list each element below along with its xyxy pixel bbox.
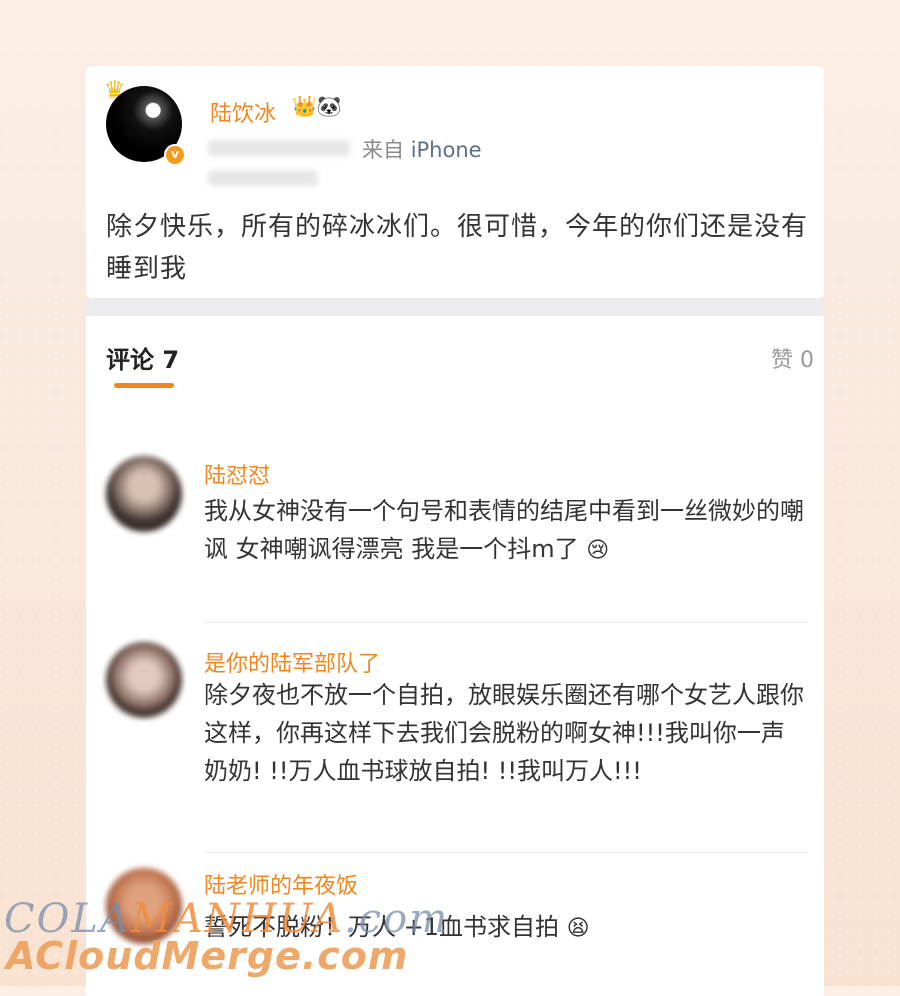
post-text: 除夕快乐，所有的碎冰冰们。很可惜，今年的你们还是没有睡到我 <box>106 212 809 284</box>
watermark-acloudmerge: ACloudMerge.com <box>6 934 409 978</box>
avatar[interactable] <box>106 642 182 718</box>
tab-active-indicator <box>114 383 174 388</box>
source-device-link[interactable]: iPhone <box>411 138 482 162</box>
comment-body: 我从女神没有一个句号和表情的结尾中看到一丝微妙的嘲讽 女神嘲讽得漂亮 我是一个抖… <box>204 497 804 563</box>
poster-username[interactable]: 陆饮冰 <box>210 96 276 128</box>
tab-comments[interactable]: 评论 7 <box>106 340 179 375</box>
commenter-name[interactable]: 是你的陆军部队了 <box>204 646 380 678</box>
post-card: ♛ V 陆饮冰 👑🐼 来自 iPhone 除夕快乐，所有的碎冰冰们。很可惜，今年… <box>86 66 824 298</box>
crying-face-icon: 😢 <box>586 538 610 563</box>
commenter-name[interactable]: 陆怼怼 <box>204 458 270 490</box>
tired-face-icon: 😫 <box>566 916 590 941</box>
avatar[interactable] <box>106 456 182 532</box>
verified-icon: V <box>164 144 186 166</box>
comments-section: 评论 7 赞 0 陆怼怼 我从女神没有一个句号和表情的结尾中看到一丝微妙的嘲讽 … <box>86 316 824 996</box>
comment-divider <box>204 622 808 623</box>
blurred-location <box>208 170 318 186</box>
badge-icons[interactable]: 👑🐼 <box>292 94 342 118</box>
poster-avatar-wrap[interactable]: ♛ V <box>104 76 186 166</box>
section-divider <box>86 298 824 316</box>
blurred-timestamp <box>208 140 350 156</box>
comment-divider <box>204 852 808 853</box>
source-prefix: 来自 <box>362 138 404 162</box>
comment-text: 除夕夜也不放一个自拍，放眼娱乐圈还有哪个女艺人跟你这样，你再这样下去我们会脱粉的… <box>204 681 804 785</box>
post-source: 来自 iPhone <box>362 134 482 164</box>
tab-likes[interactable]: 赞 0 <box>771 342 814 374</box>
comment-text: 我从女神没有一个句号和表情的结尾中看到一丝微妙的嘲讽 女神嘲讽得漂亮 我是一个抖… <box>204 492 808 570</box>
